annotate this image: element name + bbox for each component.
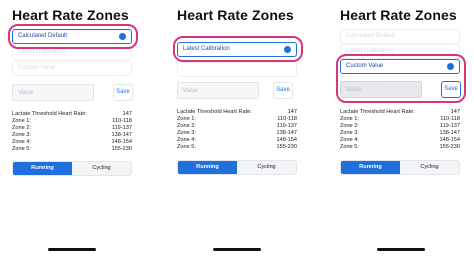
zone-row-4: Zone 4: 148-154 [177, 137, 297, 144]
save-label: Save [116, 89, 130, 95]
segment-cycling[interactable]: Cycling [72, 162, 131, 175]
option-custom-value[interactable] [177, 62, 297, 77]
segment-running[interactable]: Running [178, 161, 237, 174]
zones-list: Lactate Threshold Heart Rate: 147 Zone 1:… [12, 111, 132, 153]
page-title: Heart Rate Zones [12, 7, 129, 23]
option-label: Custom Value [18, 65, 56, 71]
zone-row-3: Zone 3: 138-147 [12, 132, 132, 139]
save-button[interactable]: Save [273, 82, 293, 99]
zone-label: Zone 4: [340, 137, 359, 143]
zone-value: 155-230 [439, 144, 460, 150]
zone-label: Zone 2: [340, 123, 359, 129]
zone-row-1: Zone 1: 110-118 [12, 118, 132, 125]
zone-row-4: Zone 4: 148-154 [340, 137, 460, 144]
value-placeholder: Value [18, 90, 33, 96]
screen-latest-calibration: Heart Rate Zones Latest Calibration Valu… [173, 0, 317, 259]
zone-label: Zone 1: [12, 118, 31, 124]
segment-running[interactable]: Running [13, 162, 72, 175]
zone-label: Lactate Threshold Heart Rate: [177, 109, 252, 115]
zone-label: Zone 5: [340, 144, 359, 150]
value-input[interactable]: Value [12, 84, 94, 101]
option-custom-value[interactable]: Custom Value [12, 61, 132, 76]
segment-cycling[interactable]: Cycling [237, 161, 296, 174]
sport-segmented-control: Running Cycling [340, 160, 460, 175]
zone-value: 148-154 [439, 137, 460, 143]
zone-label: Zone 4: [12, 139, 31, 145]
zone-value: 138-147 [439, 130, 460, 136]
zone-row-lthr: Lactate Threshold Heart Rate: 147 [340, 109, 460, 116]
zone-value: 110-118 [440, 116, 460, 122]
zone-value: 155-230 [111, 146, 132, 152]
zone-value: 110-118 [112, 118, 132, 124]
zone-label: Zone 2: [12, 125, 31, 131]
value-input[interactable]: Value [177, 82, 259, 99]
value-placeholder: Value [183, 88, 198, 94]
save-label: Save [276, 87, 290, 93]
zone-row-lthr: Lactate Threshold Heart Rate: 147 [12, 111, 132, 118]
zone-value: 155-230 [276, 144, 297, 150]
option-label: Calculated Default [346, 33, 396, 39]
page-title: Heart Rate Zones [340, 7, 457, 23]
zone-row-5: Zone 5: 155-230 [177, 144, 297, 151]
zones-list: Lactate Threshold Heart Rate: 147 Zone 1:… [340, 109, 460, 151]
zone-row-3: Zone 3: 138-147 [340, 130, 460, 137]
zone-value: 148-154 [276, 137, 297, 143]
zone-row-5: Zone 5: 155-230 [12, 146, 132, 153]
sport-segmented-control: Running Cycling [177, 160, 297, 175]
home-indicator [213, 248, 261, 251]
zone-value: 119-137 [276, 123, 297, 129]
screen-calculated-default: Heart Rate Zones Calculated Default Late… [8, 0, 152, 259]
zone-label: Zone 4: [177, 137, 196, 143]
zone-value: 110-118 [277, 116, 297, 122]
segment-running[interactable]: Running [341, 161, 400, 174]
screen-custom-value: Heart Rate Zones Calculated Default Late… [336, 0, 474, 259]
zone-row-2: Zone 2: 119-137 [177, 123, 297, 130]
zone-label: Zone 2: [177, 123, 196, 129]
option-calculated-default[interactable]: Calculated Default [340, 29, 460, 44]
zone-label: Zone 3: [177, 130, 196, 136]
option-label: Latest Calibration [18, 49, 65, 55]
zone-value: 147 [450, 109, 460, 115]
zone-label: Zone 1: [177, 116, 196, 122]
zones-list: Lactate Threshold Heart Rate: 147 Zone 1:… [177, 109, 297, 151]
highlight-ring [173, 36, 303, 62]
zone-value: 138-147 [111, 132, 132, 138]
zone-label: Zone 5: [12, 146, 31, 152]
zone-value: 148-154 [111, 139, 132, 145]
segment-cycling[interactable]: Cycling [400, 161, 459, 174]
zone-label: Lactate Threshold Heart Rate: [12, 111, 87, 117]
highlight-ring [336, 54, 466, 103]
zone-row-2: Zone 2: 119-137 [12, 125, 132, 132]
zone-value: 119-137 [111, 125, 132, 131]
home-indicator [48, 248, 96, 251]
zone-row-5: Zone 5: 155-230 [340, 144, 460, 151]
zone-value: 138-147 [276, 130, 297, 136]
zone-label: Zone 3: [340, 130, 359, 136]
zone-value: 147 [287, 109, 297, 115]
zone-value: 147 [122, 111, 132, 117]
zone-row-3: Zone 3: 138-147 [177, 130, 297, 137]
sport-segmented-control: Running Cycling [12, 161, 132, 176]
zone-label: Zone 5: [177, 144, 196, 150]
zone-label: Zone 3: [12, 132, 31, 138]
zone-row-1: Zone 1: 110-118 [177, 116, 297, 123]
zone-label: Zone 1: [340, 116, 359, 122]
zone-row-lthr: Lactate Threshold Heart Rate: 147 [177, 109, 297, 116]
zone-row-4: Zone 4: 148-154 [12, 139, 132, 146]
highlight-ring [8, 24, 138, 49]
home-indicator [377, 248, 425, 251]
page-title: Heart Rate Zones [177, 7, 294, 23]
zone-value: 119-137 [439, 123, 460, 129]
save-button[interactable]: Save [113, 84, 133, 101]
zone-row-2: Zone 2: 119-137 [340, 123, 460, 130]
zone-row-1: Zone 1: 110-118 [340, 116, 460, 123]
zone-label: Lactate Threshold Heart Rate: [340, 109, 415, 115]
